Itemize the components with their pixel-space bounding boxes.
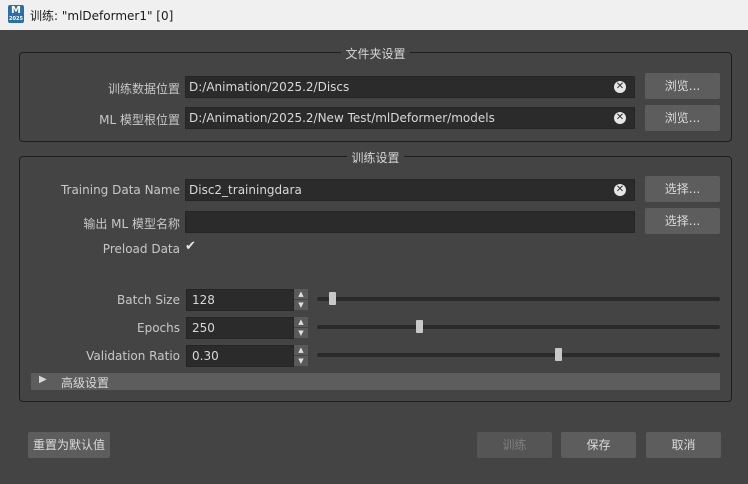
validation-ratio-stepper[interactable]: ▲ ▼ (294, 345, 308, 367)
batch-size-label: Batch Size (117, 293, 180, 307)
window-titlebar: M 2025 训练: "mlDeformer1" [0] (0, 0, 748, 30)
advanced-settings-label: 高级设置 (61, 376, 110, 390)
epochs-value: 250 (192, 321, 215, 335)
select-training-data-name-button[interactable]: 选择... (645, 176, 720, 202)
decrement-arrow-icon[interactable]: ▼ (294, 328, 308, 338)
epochs-label: Epochs (137, 321, 180, 335)
validation-ratio-label: Validation Ratio (86, 349, 180, 363)
output-model-name-label: 输出 ML 模型名称 (83, 217, 180, 231)
training-data-name-value: Disc2_trainingdara (189, 183, 302, 197)
chevron-right-icon: ▶ (39, 374, 47, 385)
epochs-slider-handle[interactable] (416, 320, 423, 333)
training-data-location-field[interactable]: D:/Animation/2025.2/Discs ✕ (185, 76, 635, 98)
clear-icon[interactable]: ✕ (614, 112, 626, 124)
select-output-model-name-button[interactable]: 选择... (645, 208, 720, 234)
batch-size-slider[interactable] (317, 292, 720, 305)
clear-icon[interactable]: ✕ (614, 184, 626, 196)
ml-model-root-label: ML 模型根位置 (99, 113, 180, 127)
preload-data-checkbox[interactable]: ✔ (185, 240, 199, 254)
ml-model-root-value: D:/Animation/2025.2/New Test/mlDeformer/… (189, 111, 495, 125)
increment-arrow-icon[interactable]: ▲ (294, 317, 308, 327)
browse-training-data-button[interactable]: 浏览... (645, 73, 720, 99)
validation-ratio-input[interactable]: 0.30 (186, 345, 294, 367)
validation-ratio-slider[interactable] (317, 348, 720, 361)
training-settings-title-text: 训练设置 (347, 151, 404, 165)
checkmark-icon: ✔ (185, 239, 196, 254)
preload-data-label: Preload Data (102, 242, 180, 256)
epochs-slider[interactable] (317, 320, 720, 333)
batch-size-stepper[interactable]: ▲ ▼ (294, 289, 308, 311)
training-data-name-label: Training Data Name (60, 183, 180, 197)
batch-size-input[interactable]: 128 (186, 289, 294, 311)
browse-ml-model-root-button[interactable]: 浏览... (645, 105, 720, 131)
training-data-location-label: 训练数据位置 (107, 82, 180, 96)
training-data-name-field[interactable]: Disc2_trainingdara ✕ (185, 179, 635, 201)
epochs-stepper[interactable]: ▲ ▼ (294, 317, 308, 339)
increment-arrow-icon[interactable]: ▲ (294, 345, 308, 355)
reset-defaults-button[interactable]: 重置为默认值 (28, 432, 110, 458)
train-button[interactable]: 训练 (477, 432, 552, 458)
training-settings-title: 训练设置 (20, 149, 731, 166)
maya-app-icon: M 2025 (8, 5, 24, 23)
batch-size-slider-handle[interactable] (328, 292, 336, 305)
advanced-settings-header[interactable]: ▶ 高级设置 (31, 373, 720, 390)
output-model-name-field[interactable] (185, 211, 635, 233)
ml-model-root-field[interactable]: D:/Animation/2025.2/New Test/mlDeformer/… (185, 107, 635, 129)
epochs-input[interactable]: 250 (186, 317, 294, 339)
folder-settings-title: 文件夹设置 (20, 45, 731, 62)
window-title: 训练: "mlDeformer1" [0] (30, 9, 174, 23)
cancel-button[interactable]: 取消 (646, 432, 721, 458)
validation-ratio-slider-handle[interactable] (554, 348, 562, 361)
save-button[interactable]: 保存 (561, 432, 636, 458)
decrement-arrow-icon[interactable]: ▼ (294, 300, 308, 310)
app-icon-letter: M (11, 5, 21, 16)
validation-ratio-value: 0.30 (192, 349, 219, 363)
app-icon-version: 2025 (9, 16, 23, 22)
batch-size-value: 128 (192, 293, 215, 307)
training-data-location-value: D:/Animation/2025.2/Discs (189, 80, 350, 94)
clear-icon[interactable]: ✕ (614, 81, 626, 93)
decrement-arrow-icon[interactable]: ▼ (294, 356, 308, 366)
folder-settings-title-text: 文件夹设置 (341, 47, 410, 61)
increment-arrow-icon[interactable]: ▲ (294, 289, 308, 299)
